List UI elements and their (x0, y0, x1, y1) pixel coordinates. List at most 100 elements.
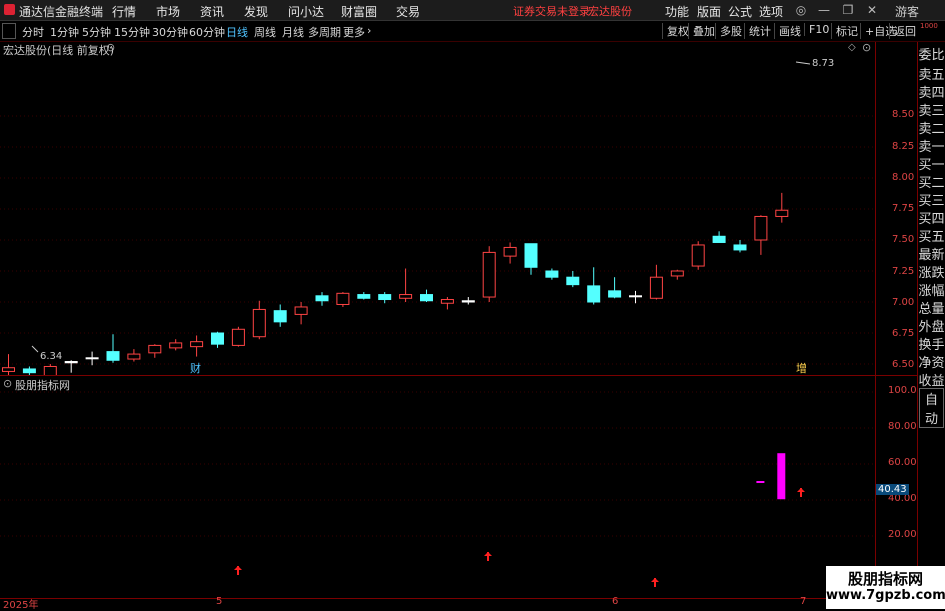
rp-volume[interactable]: 总量 (918, 298, 945, 317)
tool-fuquan[interactable]: 复权 (662, 23, 689, 39)
period-1min[interactable]: 1分钟 (50, 24, 79, 40)
rp-buy5[interactable]: 买五 (918, 226, 945, 245)
rp-buy1[interactable]: 买一 (918, 154, 945, 173)
rp-sell4[interactable]: 卖四 (918, 82, 945, 101)
user-guest[interactable]: 游客 (895, 3, 919, 20)
menu-xuanxiang[interactable]: 选项 (759, 3, 783, 20)
rp-sell5[interactable]: 卖五 (918, 64, 945, 83)
candle-body (43, 365, 57, 375)
period-15min[interactable]: 15分钟 (114, 24, 150, 40)
watermark-url: www.7gpzb.com (826, 588, 945, 603)
menu-hangqing[interactable]: 行情 (112, 3, 136, 20)
login-warning[interactable]: 证券交易未登录 (513, 3, 590, 19)
panel-toggle-icon[interactable] (2, 23, 16, 39)
candle-body (629, 295, 642, 298)
menu-caifuquan[interactable]: 财富圈 (341, 3, 377, 20)
rp-sell3[interactable]: 卖三 (918, 100, 945, 119)
candle-body (461, 300, 475, 303)
candles-svg (0, 61, 875, 375)
rp-outer[interactable]: 外盘 (918, 316, 945, 335)
menu-zixun[interactable]: 资讯 (200, 3, 224, 20)
rp-auto-button[interactable]: 自动 (919, 388, 944, 428)
event-cai[interactable]: 财 (190, 360, 201, 376)
main-tick: 8.50 (892, 109, 915, 120)
menu-gongneng[interactable]: 功能 (665, 3, 689, 20)
main-tick: 7.75 (892, 203, 915, 214)
candle-body (211, 332, 224, 345)
low-annotation: 6.34 (40, 351, 63, 362)
candle-body (231, 328, 245, 346)
chevron-right-icon[interactable]: › (367, 24, 371, 37)
rp-sell2[interactable]: 卖二 (918, 118, 945, 137)
period-weekly[interactable]: 周线 (254, 24, 276, 40)
rp-latest[interactable]: 最新 (918, 244, 945, 263)
rp-change-pct[interactable]: 涨幅 (918, 280, 945, 299)
candle-body (670, 270, 684, 277)
period-60min[interactable]: 60分钟 (189, 24, 225, 40)
candle-body (106, 351, 120, 361)
buy-arrow-head (797, 488, 805, 492)
menu-faxian[interactable]: 发现 (244, 3, 268, 20)
candle-body (503, 246, 517, 257)
menubar: 通达信金融终端 行情 市场 资讯 发现 问小达 财富圈 交易 证券交易未登录 宏… (0, 0, 945, 21)
buy-arrow-head (234, 566, 242, 570)
period-5min[interactable]: 5分钟 (82, 24, 111, 40)
main-tick: 7.25 (892, 266, 915, 277)
menu-gongshi[interactable]: 公式 (728, 3, 752, 20)
rp-change[interactable]: 涨跌 (918, 262, 945, 281)
x-label: 6 (612, 596, 619, 607)
candle-body (378, 294, 392, 301)
tool-diejia[interactable]: 叠加 (688, 23, 715, 39)
rp-net-assets[interactable]: 净资 (918, 352, 945, 371)
rp-sell1[interactable]: 卖一 (918, 136, 945, 155)
period-monthly[interactable]: 月线 (282, 24, 304, 40)
user-icon[interactable]: ◎ (793, 2, 809, 18)
quote-side-panel: 1000 委比 卖五 卖四 卖三 卖二 卖一 买一 买二 买三 买四 买五 最新… (918, 22, 945, 428)
candle-body (273, 310, 287, 323)
rp-buy3[interactable]: 买三 (918, 190, 945, 209)
period-daily[interactable]: 日线 (226, 24, 248, 40)
rp-buy4[interactable]: 买四 (918, 208, 945, 227)
menu-banmian[interactable]: 版面 (697, 3, 721, 20)
tool-biaoji[interactable]: 标记 (831, 23, 858, 39)
signal-bar (777, 453, 786, 500)
rp-turnover[interactable]: 换手 (918, 334, 945, 353)
candle-body (420, 294, 433, 302)
menu-shichang[interactable]: 市场 (156, 3, 180, 20)
period-more[interactable]: 更多 (343, 24, 365, 40)
tool-duogu[interactable]: 多股 (715, 23, 742, 39)
main-y-axis: 8.50 8.25 8.00 7.75 7.50 7.25 7.00 6.75 … (876, 42, 918, 375)
candle-body (733, 244, 747, 251)
ind-tick: 20.00 (888, 529, 917, 540)
event-zeng[interactable]: 增 (796, 360, 807, 376)
candle-body (22, 368, 36, 374)
close-icon[interactable]: ✕ (864, 2, 880, 18)
buy-arrow-head (651, 578, 659, 582)
restore-icon[interactable]: ❐ (840, 2, 856, 18)
rp-buy2[interactable]: 买二 (918, 172, 945, 191)
tool-tongji[interactable]: 统计 (744, 23, 771, 39)
minimize-icon[interactable]: — (816, 2, 832, 18)
main-tick: 7.50 (892, 234, 915, 245)
tool-huaxian[interactable]: 画线 (774, 23, 801, 39)
period-fenshi[interactable]: 分时 (22, 24, 44, 40)
menu-jiaoyi[interactable]: 交易 (396, 3, 420, 20)
candle-body (649, 276, 663, 299)
candle-body (608, 290, 622, 298)
tool-fanhui[interactable]: 返回 (889, 23, 916, 39)
rp-weibi[interactable]: 委比 (918, 44, 945, 63)
candle-body (691, 244, 705, 267)
candle-body (440, 299, 454, 304)
main-tick: 8.25 (892, 141, 915, 152)
indicator-chart[interactable]: ⊙ 股朋指标网 (0, 376, 875, 598)
x-label: 5 (216, 596, 223, 607)
tool-f10[interactable]: F10 (804, 23, 829, 36)
menu-wenxiaoda[interactable]: 问小达 (288, 3, 324, 20)
period-multi[interactable]: 多周期 (308, 24, 341, 40)
kline-chart[interactable]: 宏达股份(日线 前复权) ⊙ ◇ ⊙ 8.73 6.34 财 增 (0, 41, 875, 376)
ind-tick: 80.00 (888, 421, 917, 432)
period-30min[interactable]: 30分钟 (152, 24, 188, 40)
candle-body (357, 294, 371, 299)
rp-earnings[interactable]: 收益 (918, 370, 945, 389)
candle-body (566, 276, 580, 286)
